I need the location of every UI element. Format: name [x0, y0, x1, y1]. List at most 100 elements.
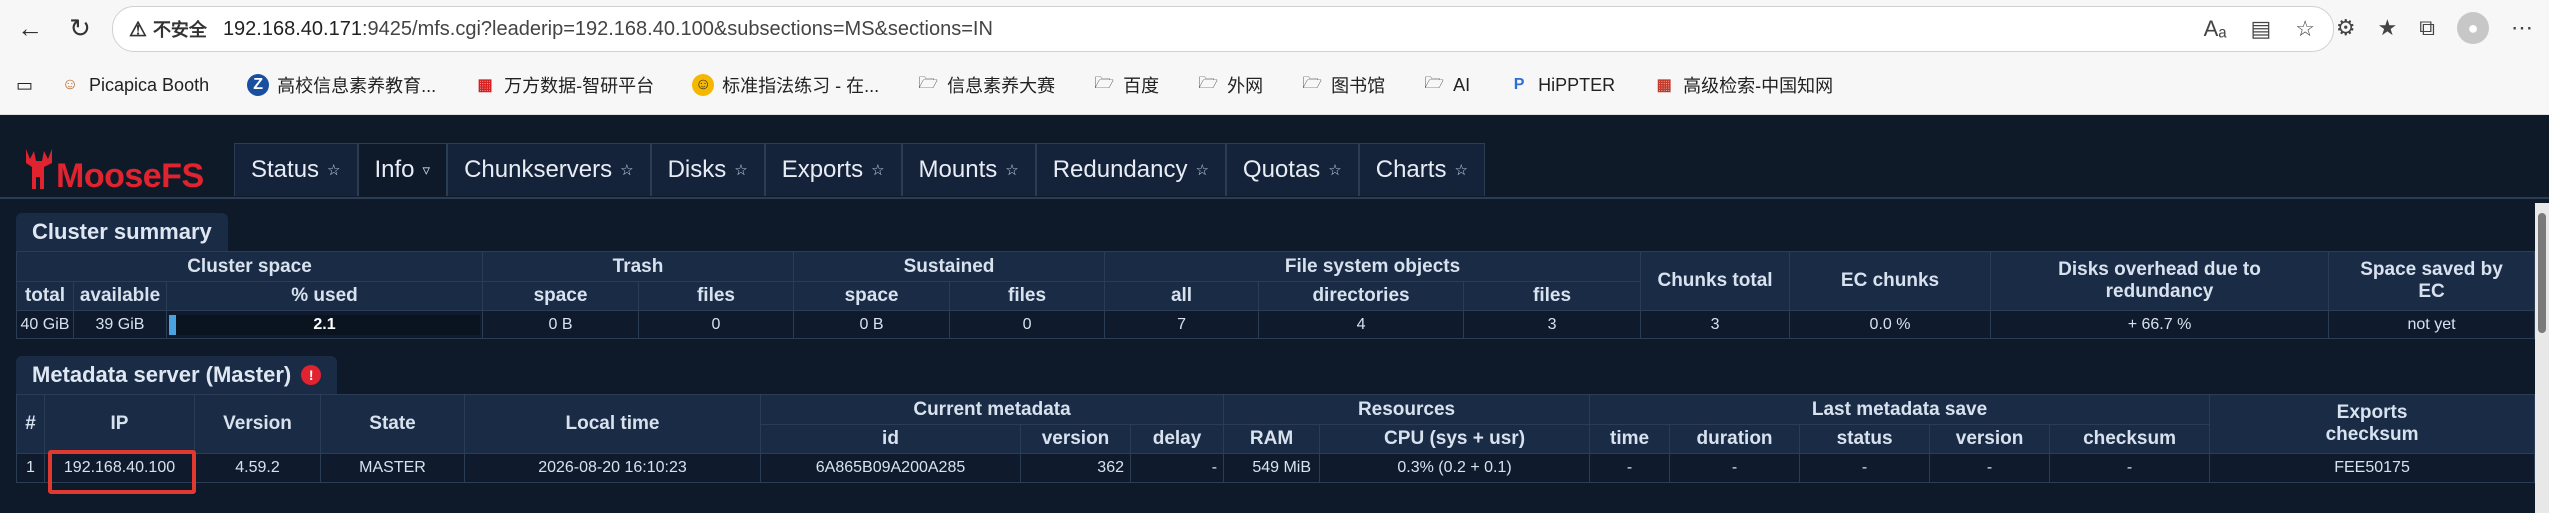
header-trash-files: files [637, 281, 795, 311]
header-checksum: checksum [2049, 424, 2211, 454]
header-disks-overhead: Disks overhead due to redundancy [1990, 251, 2330, 311]
header-sustained-space: space [793, 281, 951, 311]
cell-trash-space: 0 B [482, 310, 639, 339]
bookmark-item[interactable]: ▦ 万方数据-智研平台 [474, 72, 655, 98]
security-indicator[interactable]: ⚠ 不安全 [129, 16, 207, 42]
cell-meta-version: 362 [1020, 453, 1131, 483]
bookmark-item[interactable]: ▦ 高级检索-中国知网 [1653, 72, 1834, 98]
cell-sustained-space: 0 B [793, 310, 951, 339]
cell-total: 40 GiB [16, 310, 74, 339]
extensions-icon[interactable]: ⚙ [2336, 15, 2356, 41]
tab-charts[interactable]: Charts ☆ [1358, 143, 1485, 196]
header-num: # [16, 394, 45, 454]
bookmark-folder[interactable]: 🗁 外网 [1197, 72, 1263, 98]
collections-icon[interactable]: ⧉ [2419, 15, 2435, 41]
pin-icon[interactable]: ☆ [1195, 161, 1208, 179]
reload-icon[interactable]: ↻ [60, 8, 100, 48]
bookmark-folder[interactable]: 🗁 图书馆 [1301, 72, 1385, 98]
tab-info[interactable]: Info ▿ [357, 143, 448, 196]
bookmark-sidebar-icon[interactable]: ▭ [16, 75, 33, 96]
bookmark-item[interactable]: ☺ Picapica Booth [59, 74, 209, 96]
picapica-icon: ☺ [61, 76, 79, 93]
tab-redundancy[interactable]: Redundancy ☆ [1035, 143, 1226, 196]
security-label: 不安全 [152, 20, 207, 40]
cell-status: - [1799, 453, 1931, 483]
more-menu-icon[interactable]: ⋯ [2511, 15, 2533, 41]
pin-icon[interactable]: ☆ [871, 161, 884, 179]
address-bar[interactable]: ⚠ 不安全 192.168.40.171:9425/mfs.cgi?leader… [112, 6, 2334, 52]
cell-disks-overhead: + 66.7 % [1990, 310, 2330, 339]
tab-disks[interactable]: Disks ☆ [650, 143, 765, 196]
header-divider [0, 197, 2549, 199]
bookmark-folder[interactable]: 🗁 AI [1423, 74, 1470, 96]
header-resources: Resources [1223, 394, 1591, 425]
moose-icon [26, 149, 52, 189]
pin-icon[interactable]: ▿ [423, 161, 431, 179]
pin-icon[interactable]: ☆ [734, 161, 747, 179]
main-tabs: Status ☆ Info ▿ Chunkservers ☆ Disks ☆ Expor… [234, 143, 1485, 197]
folder-icon: 🗁 [1198, 74, 1219, 92]
tab-exports[interactable]: Exports ☆ [764, 143, 902, 196]
pin-icon[interactable]: ☆ [1328, 161, 1341, 179]
cell-directories: 4 [1258, 310, 1465, 339]
header-space-saved: Space saved by EC [2328, 251, 2536, 311]
back-icon[interactable]: ← [10, 8, 50, 48]
header-version: Version [194, 394, 321, 454]
cell-duration: - [1669, 453, 1801, 483]
bookmark-item[interactable]: P HiPPTER [1508, 74, 1615, 96]
pin-icon[interactable]: ☆ [1005, 161, 1018, 179]
header-meta-version: version [1020, 424, 1131, 454]
bookmark-folder[interactable]: 🗁 百度 [1093, 72, 1159, 98]
cell-space-saved: not yet [2328, 310, 2536, 339]
header-ram: RAM [1223, 424, 1321, 454]
tab-mounts[interactable]: Mounts ☆ [901, 143, 1036, 196]
table-row: 40 GiB 39 GiB 2.1 0 B 0 0 B 0 7 4 3 3 0.… [16, 310, 2536, 339]
bookmark-folder[interactable]: 🗁 信息素养大赛 [917, 72, 1055, 98]
bookmark-item[interactable]: ☺ 标准指法练习 - 在... [692, 72, 879, 98]
pin-icon[interactable]: ☆ [327, 161, 340, 179]
cell-checksum: - [2049, 453, 2211, 483]
favorite-star-icon[interactable]: ☆ [2295, 16, 2315, 42]
header-all: all [1104, 281, 1260, 311]
favorites-icon[interactable]: ★ [2378, 15, 2398, 41]
z-icon: Z [247, 74, 270, 96]
mfs-header: MooseFS Status ☆ Info ▿ Chunkservers ☆ Disk… [0, 115, 2549, 197]
pin-icon[interactable]: ☆ [1454, 161, 1467, 179]
header-ip: IP [44, 394, 195, 454]
logo-text: MooseFS [56, 157, 204, 195]
tab-chunkservers[interactable]: Chunkservers ☆ [447, 143, 651, 196]
metadata-server-table: # IP Version State Local time Current me… [16, 394, 2536, 483]
table-row: 1 192.168.40.100 4.59.2 MASTER 2026-08-2… [16, 453, 2536, 483]
cell-time: - [1589, 453, 1671, 483]
page-scrollbar[interactable] [2535, 203, 2549, 513]
url-text[interactable]: 192.168.40.171:9425/mfs.cgi?leaderip=192… [223, 18, 993, 41]
folder-icon: 🗁 [1094, 74, 1115, 92]
cell-delay: - [1129, 453, 1225, 483]
header-trash: Trash [481, 251, 795, 282]
cell-exports-checksum: FEE50175 [2209, 453, 2536, 483]
read-aloud-icon[interactable]: Aₐ [2204, 16, 2227, 42]
cell-local-time: 2026-08-20 16:10:23 [464, 453, 761, 483]
header-time: time [1589, 424, 1671, 454]
header-total: total [16, 281, 74, 311]
header-state: State [320, 394, 465, 454]
tab-status[interactable]: Status ☆ [234, 143, 358, 196]
pin-icon[interactable]: ☆ [620, 161, 633, 179]
moosefs-logo[interactable]: MooseFS [22, 133, 204, 193]
alert-icon[interactable]: ! [301, 365, 322, 385]
scrollbar-thumb[interactable] [2538, 213, 2546, 333]
header-directories: directories [1258, 281, 1465, 311]
profile-avatar[interactable]: ● [2457, 12, 2489, 44]
tab-quotas[interactable]: Quotas ☆ [1225, 143, 1359, 196]
bookmark-item[interactable]: Z 高校信息素养教育... [247, 72, 436, 98]
folder-icon: 🗁 [1424, 74, 1445, 92]
cnki-icon: ▦ [1656, 77, 1672, 94]
warning-icon: ⚠ [129, 18, 147, 41]
reader-mode-icon[interactable]: ▤ [2250, 16, 2271, 42]
metadata-server-title: Metadata server (Master) ! [16, 356, 338, 394]
cell-version: 4.59.2 [194, 453, 321, 483]
folder-icon: 🗁 [1302, 74, 1323, 92]
cell-cpu: 0.3% (0.2 + 0.1) [1319, 453, 1591, 483]
header-fs-objects: File system objects [1104, 251, 1642, 282]
header-sustained: Sustained [793, 251, 1106, 282]
